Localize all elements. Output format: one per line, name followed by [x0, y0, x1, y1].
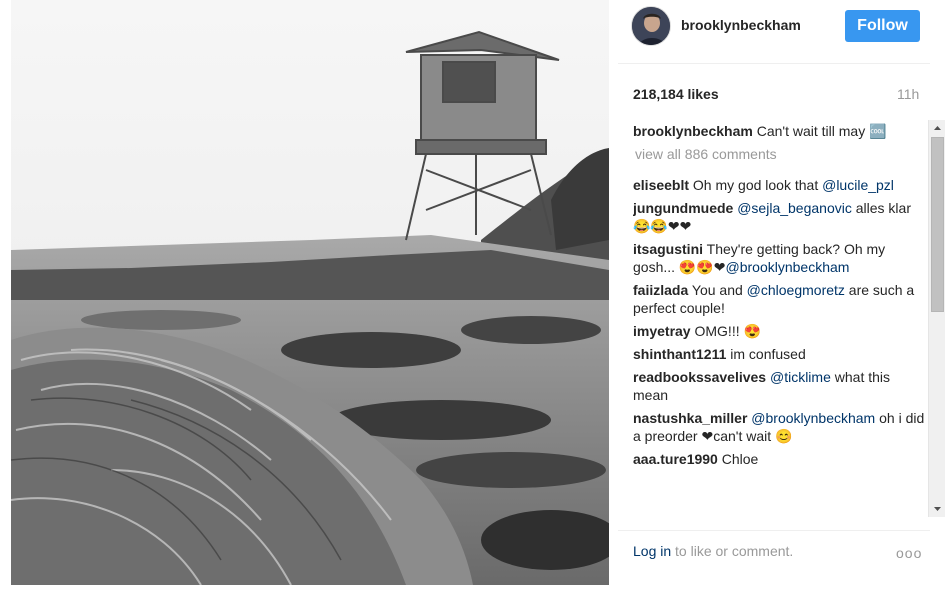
- scroll-down-arrow-icon[interactable]: [930, 501, 945, 517]
- comment-item: nastushka_miller @brooklynbeckham oh i d…: [633, 409, 925, 445]
- caption: brooklynbeckham Can't wait till may 🆒: [633, 122, 925, 140]
- login-prompt: Log in to like or comment.: [633, 543, 793, 559]
- caption-username[interactable]: brooklynbeckham: [633, 123, 753, 139]
- comment-item: itsagustini They're getting back? Oh my …: [633, 240, 925, 276]
- comment-username[interactable]: jungundmuede: [633, 200, 733, 216]
- comment-mention-link[interactable]: @sejla_beganovic: [737, 200, 852, 216]
- view-all-comments-link[interactable]: view all 886 comments: [635, 145, 925, 163]
- comments-list: brooklynbeckham Can't wait till may 🆒 vi…: [633, 122, 925, 518]
- scrollbar-thumb[interactable]: [931, 137, 944, 312]
- comment-mention-link[interactable]: @brooklynbeckham: [751, 410, 875, 426]
- comment-text: Chloe: [717, 451, 759, 467]
- post-timestamp[interactable]: 11h: [897, 86, 919, 102]
- comment-username[interactable]: nastushka_miller: [633, 410, 747, 426]
- post-header: brooklynbeckham Follow: [618, 0, 930, 64]
- more-options-icon[interactable]: ooo: [896, 545, 922, 561]
- comment-username[interactable]: faiizlada: [633, 282, 688, 298]
- scroll-up-arrow-icon[interactable]: [930, 120, 945, 136]
- comment-text: im confused: [726, 346, 806, 362]
- divider: [618, 530, 930, 531]
- comments-scrollbar[interactable]: [928, 120, 945, 517]
- comment-item: faiizlada You and @chloegmoretz are such…: [633, 281, 925, 317]
- login-prompt-text: to like or comment.: [671, 543, 794, 559]
- comment-item: shinthant1211 im confused: [633, 345, 925, 363]
- comment-item: jungundmuede @sejla_beganovic alles klar…: [633, 199, 925, 235]
- caption-text: Can't wait till may 🆒: [752, 123, 887, 139]
- avatar[interactable]: [631, 6, 671, 46]
- comment-username[interactable]: imyetray: [633, 323, 691, 339]
- login-link[interactable]: Log in: [633, 543, 671, 559]
- comment-username[interactable]: shinthant1211: [633, 346, 726, 362]
- post-sidebar: brooklynbeckham Follow 218,184 likes 11h…: [618, 0, 947, 589]
- comment-mention-link[interactable]: @lucile_pzl: [822, 177, 894, 193]
- comment-text: Oh my god look that: [689, 177, 823, 193]
- comment-username[interactable]: itsagustini: [633, 241, 703, 257]
- comment-mention-link[interactable]: @chloegmoretz: [747, 282, 845, 298]
- comment-item: readbookssavelives @ticklime what this m…: [633, 368, 925, 404]
- comment-item: imyetray OMG!!! 😍: [633, 322, 925, 340]
- beach-photo: [11, 0, 609, 585]
- comment-item: aaa.ture1990 Chloe: [633, 450, 925, 468]
- username-link[interactable]: brooklynbeckham: [681, 17, 801, 33]
- comment-mention-link[interactable]: @brooklynbeckham: [726, 259, 850, 275]
- post-image: [11, 0, 609, 585]
- comment-text: You and: [688, 282, 747, 298]
- comment-username[interactable]: aaa.ture1990: [633, 451, 718, 467]
- likes-count[interactable]: 218,184 likes: [633, 86, 719, 102]
- comment-username[interactable]: eliseeblt: [633, 177, 689, 193]
- profile-picture: [632, 7, 670, 45]
- comment-username[interactable]: readbookssavelives: [633, 369, 766, 385]
- follow-button[interactable]: Follow: [845, 10, 920, 42]
- comment-text: OMG!!! 😍: [690, 323, 761, 339]
- comment-mention-link[interactable]: @ticklime: [770, 369, 831, 385]
- comment-item: eliseeblt Oh my god look that @lucile_pz…: [633, 176, 925, 194]
